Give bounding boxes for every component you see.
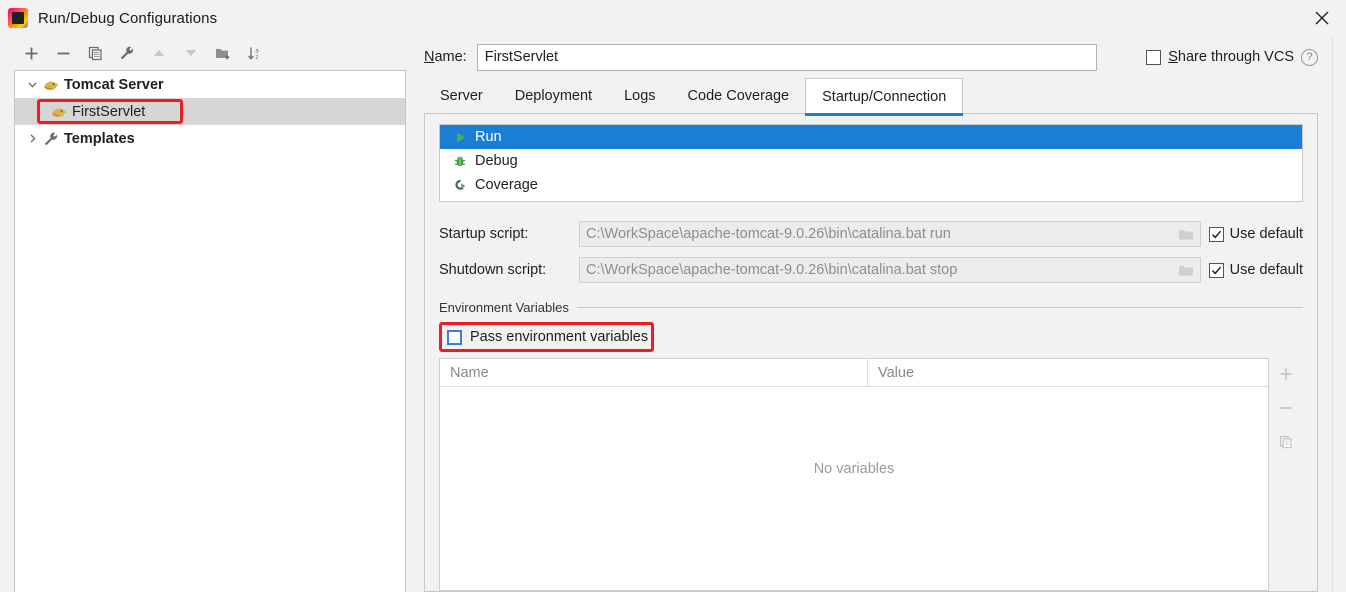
tree-node-templates[interactable]: Templates [15, 125, 405, 152]
shutdown-use-default-label: Use default [1229, 262, 1303, 278]
debug-bug-icon [450, 152, 470, 170]
tab-bar: Server Deployment Logs Code Coverage Sta… [406, 78, 1332, 116]
environment-variables-table-wrap: Name Value No variables [439, 358, 1303, 591]
name-field-label: Name: [424, 49, 467, 65]
add-configuration-button[interactable] [16, 39, 46, 67]
remove-variable-button[interactable] [1273, 396, 1299, 420]
startup-use-default-checkbox[interactable] [1208, 226, 1224, 242]
startup-script-value: C:\WorkSpace\apache-tomcat-9.0.26\bin\ca… [586, 226, 951, 242]
copy-configuration-button[interactable] [80, 39, 110, 67]
environment-variables-section-header: Environment Variables [439, 298, 1303, 316]
remove-configuration-button[interactable] [48, 39, 78, 67]
dialog-body: a z Tomcat Server FirstServlet Templates… [0, 36, 1346, 592]
name-row: Name: Share through VCS ? [406, 36, 1332, 78]
tab-code-coverage[interactable]: Code Coverage [672, 78, 806, 114]
startup-script-field[interactable]: C:\WorkSpace\apache-tomcat-9.0.26\bin\ca… [579, 221, 1201, 247]
wrench-icon [41, 130, 60, 147]
tab-deployment[interactable]: Deployment [499, 78, 608, 114]
startup-use-default-label: Use default [1229, 226, 1303, 242]
svg-text:z: z [255, 55, 258, 61]
help-icon[interactable]: ? [1301, 48, 1318, 66]
run-debug-configurations-dialog: Run/Debug Configurations a z Tomcat Serv… [0, 0, 1346, 592]
list-item-label: Coverage [475, 177, 538, 193]
tree-node-label: FirstServlet [72, 103, 146, 120]
section-divider [576, 306, 1303, 308]
add-variable-button[interactable] [1273, 362, 1299, 386]
copy-variable-button[interactable] [1273, 430, 1299, 454]
sort-configurations-button[interactable]: a z [240, 39, 270, 67]
dialog-scrollbar[interactable] [1332, 36, 1346, 592]
tomcat-icon [41, 76, 60, 93]
tree-node-label: Tomcat Server [64, 76, 164, 93]
list-item-coverage[interactable]: Coverage [440, 173, 1302, 197]
configuration-editor-panel: Name: Share through VCS ? Server Deploym… [406, 36, 1332, 592]
tab-logs[interactable]: Logs [608, 78, 671, 114]
environment-variables-title: Environment Variables [439, 299, 569, 315]
environment-variables-toolbar [1269, 358, 1303, 591]
shutdown-script-value: C:\WorkSpace\apache-tomcat-9.0.26\bin\ca… [586, 262, 958, 278]
svg-text:a: a [255, 48, 259, 54]
tab-server[interactable]: Server [424, 78, 499, 114]
column-header-name[interactable]: Name [440, 359, 868, 386]
shutdown-script-label: Shutdown script: [439, 262, 547, 278]
folder-icon[interactable] [1176, 225, 1196, 243]
list-item-debug[interactable]: Debug [440, 149, 1302, 173]
title-bar: Run/Debug Configurations [0, 0, 1346, 36]
move-up-button[interactable] [144, 39, 174, 67]
pass-environment-variables-label: Pass environment variables [470, 329, 649, 345]
pass-environment-variables-row[interactable]: Pass environment variables [439, 322, 655, 352]
tree-node-label: Templates [64, 130, 135, 147]
run-modes-list[interactable]: Run Debug Coverage [439, 124, 1303, 202]
tree-node-firstservlet[interactable]: FirstServlet [15, 98, 405, 125]
tab-startup-connection[interactable]: Startup/Connection [805, 78, 964, 116]
shutdown-script-row: Shutdown script: C:\WorkSpace\apache-tom… [439, 252, 1303, 288]
move-down-button[interactable] [176, 39, 206, 67]
list-item-label: Debug [475, 153, 518, 169]
shutdown-script-field[interactable]: C:\WorkSpace\apache-tomcat-9.0.26\bin\ca… [579, 257, 1201, 283]
startup-script-row: Startup script: C:\WorkSpace\apache-tomc… [439, 216, 1303, 252]
list-item-run[interactable]: Run [440, 125, 1302, 149]
edit-templates-button[interactable] [112, 39, 142, 67]
configurations-tree[interactable]: Tomcat Server FirstServlet Templates [14, 70, 406, 592]
run-play-icon [450, 128, 470, 146]
share-vcs-group: Share through VCS ? [1128, 48, 1318, 66]
name-input[interactable] [476, 43, 1097, 71]
coverage-icon [450, 176, 470, 194]
table-header-row: Name Value [440, 359, 1268, 387]
folder-icon[interactable] [1176, 261, 1196, 279]
chevron-right-icon[interactable] [23, 125, 41, 152]
intellij-idea-icon [8, 8, 28, 28]
share-vcs-label: Share through VCS [1168, 49, 1294, 65]
configurations-panel: a z Tomcat Server FirstServlet Templates [0, 36, 406, 592]
startup-script-label: Startup script: [439, 226, 529, 242]
page-title: Run/Debug Configurations [38, 9, 218, 27]
pass-environment-variables-checkbox[interactable] [447, 329, 462, 345]
share-vcs-checkbox[interactable] [1146, 49, 1162, 65]
chevron-down-icon[interactable] [23, 71, 41, 98]
list-item-label: Run [475, 129, 502, 145]
new-folder-button[interactable] [208, 39, 238, 67]
configurations-toolbar: a z [14, 36, 406, 70]
startup-use-default-group: Use default [1208, 226, 1303, 242]
shutdown-use-default-group: Use default [1208, 262, 1303, 278]
startup-connection-panel: Run Debug Coverage Startup script: C:\Wo… [424, 114, 1318, 592]
table-empty-state: No variables [813, 460, 895, 477]
tree-node-tomcat-server[interactable]: Tomcat Server [15, 71, 405, 98]
close-icon[interactable] [1298, 0, 1346, 36]
shutdown-use-default-checkbox[interactable] [1208, 262, 1224, 278]
environment-variables-table[interactable]: Name Value No variables [439, 358, 1269, 591]
column-header-value[interactable]: Value [868, 359, 1268, 386]
tomcat-icon [49, 103, 68, 120]
